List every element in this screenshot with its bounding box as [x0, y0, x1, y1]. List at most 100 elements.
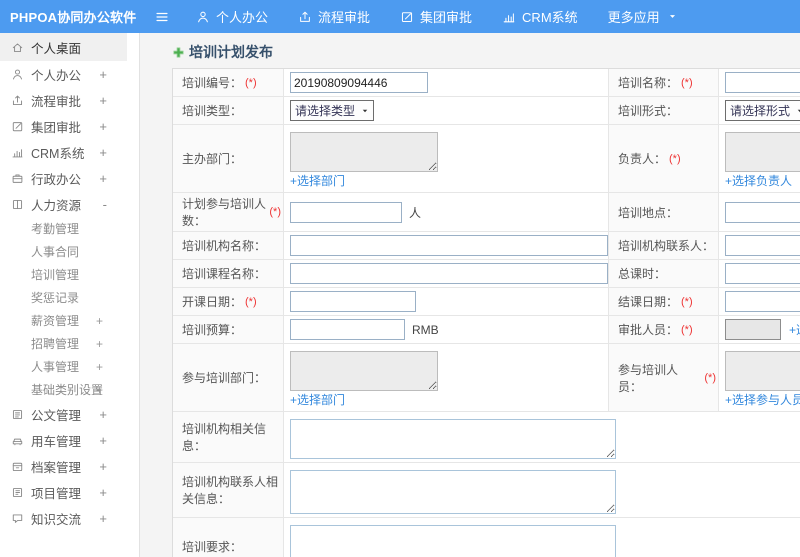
- doc-icon: [11, 408, 24, 421]
- participating-department-textarea[interactable]: [290, 351, 438, 391]
- start-date-input[interactable]: [290, 291, 416, 312]
- training-org-contact-input[interactable]: [725, 235, 800, 256]
- sidebar-subitem-reward-punish-record[interactable]: 奖惩记录: [0, 286, 139, 309]
- end-date-input[interactable]: [725, 291, 800, 312]
- expand-icon[interactable]: +: [99, 145, 107, 160]
- sidebar-subitem-hr-contract[interactable]: 人事合同: [0, 240, 139, 263]
- participating-staff-textarea[interactable]: [725, 351, 800, 391]
- total-class-hours-label: 总课时：: [609, 260, 719, 287]
- expand-icon[interactable]: +: [99, 459, 107, 474]
- sidebar-subitem-recruit-mgmt[interactable]: 招聘管理 +: [0, 332, 139, 355]
- training-budget-input[interactable]: [290, 319, 405, 340]
- training-requirements-label-text: 培训要求：: [182, 539, 243, 554]
- expand-icon[interactable]: +: [96, 383, 103, 397]
- expand-icon[interactable]: +: [99, 407, 107, 422]
- nav-personal-office[interactable]: 个人办公: [196, 7, 268, 26]
- expand-icon[interactable]: +: [99, 119, 107, 134]
- start-date-label-text: 开课日期：: [182, 295, 243, 309]
- sidebar-item-personal-desktop[interactable]: 个人桌面: [0, 33, 127, 61]
- training-name-input[interactable]: [725, 72, 800, 93]
- leader-textarea-picker-link[interactable]: +选择负责人: [725, 174, 792, 189]
- page-title: 培训计划发布: [189, 44, 273, 60]
- sidebar-item-project-mgmt-label: 项目管理: [31, 486, 82, 501]
- training-requirements-textarea[interactable]: [290, 525, 616, 557]
- org-related-info-field-cell: [284, 412, 800, 462]
- expand-icon[interactable]: +: [99, 511, 107, 526]
- training-name-label-text: 培训名称：: [618, 76, 679, 90]
- upload-icon: [11, 94, 24, 107]
- expand-icon[interactable]: +: [99, 67, 107, 82]
- form-row: 培训课程名称： 总课时：: [173, 260, 800, 288]
- sidebar-item-process-approval[interactable]: 流程审批 +: [0, 87, 139, 113]
- sidebar-subitem-salary-mgmt-label: 薪资管理: [31, 314, 80, 328]
- approver-input[interactable]: [725, 319, 781, 340]
- total-class-hours-input[interactable]: [725, 263, 800, 284]
- nav-group-approval[interactable]: 集团审批: [400, 7, 472, 26]
- sidebar-item-group-approval[interactable]: 集团审批 +: [0, 113, 139, 139]
- training-course-name-input[interactable]: [290, 263, 608, 284]
- sidebar-subitem-personnel-mgmt[interactable]: 人事管理 +: [0, 355, 139, 378]
- expand-icon[interactable]: +: [99, 485, 107, 500]
- caret-down-icon: [668, 12, 677, 21]
- sidebar-item-personal-office-label: 个人办公: [31, 68, 82, 83]
- sidebar-item-human-resources[interactable]: 人力资源 -: [0, 191, 139, 217]
- approver-field-cell: +选择审批人: [719, 316, 800, 343]
- sidebar-item-document-mgmt-label: 公文管理: [31, 408, 82, 423]
- org-related-info-textarea[interactable]: [290, 419, 616, 459]
- hamburger-menu-icon[interactable]: [154, 9, 170, 25]
- org-contact-related-info-textarea[interactable]: [290, 470, 616, 514]
- training-type-select[interactable]: 请选择类型: [290, 100, 375, 121]
- sidebar-item-archive-mgmt[interactable]: 档案管理 +: [0, 453, 139, 479]
- briefcase-icon: [11, 172, 24, 185]
- nav-process-approval[interactable]: 流程审批: [298, 7, 370, 26]
- planned-participants-input[interactable]: [290, 201, 402, 223]
- nav-more-apps[interactable]: 更多应用: [608, 7, 677, 26]
- host-department-label: 主办部门：: [173, 125, 284, 192]
- training-form-select[interactable]: 请选择形式: [725, 100, 800, 121]
- sidebar-subitem-basic-category-settings[interactable]: 基础类别设置 +: [0, 378, 139, 401]
- form-row: 主办部门： +选择部门 负责人： (*) +选择负责人: [173, 125, 800, 193]
- sidebar-item-group-approval-label: 集团审批: [31, 120, 82, 135]
- sidebar-subitem-attendance-mgmt-label: 考勤管理: [31, 222, 80, 236]
- sidebar-item-knowledge-exchange[interactable]: 知识交流 +: [0, 505, 139, 531]
- expand-icon[interactable]: +: [96, 360, 103, 374]
- nav-crm-system[interactable]: CRM系统: [502, 7, 578, 26]
- training-org-name-input[interactable]: [290, 235, 608, 256]
- participating-staff-textarea-picker-link[interactable]: +选择参与人员: [725, 393, 800, 408]
- training-number-field-cell: [284, 69, 609, 96]
- training-number-input[interactable]: [290, 72, 428, 93]
- sidebar-subitem-salary-mgmt[interactable]: 薪资管理 +: [0, 309, 139, 332]
- participating-department-field-cell: +选择部门: [284, 344, 609, 411]
- expand-icon[interactable]: +: [99, 433, 107, 448]
- sidebar-item-project-mgmt[interactable]: 项目管理 +: [0, 479, 139, 505]
- expand-icon[interactable]: +: [96, 314, 103, 328]
- sidebar-item-admin-office[interactable]: 行政办公 +: [0, 165, 139, 191]
- edit-icon: [11, 120, 24, 133]
- host-department-textarea[interactable]: [290, 132, 438, 172]
- sidebar-item-admin-office-label: 行政办公: [31, 172, 82, 187]
- sidebar-subitem-recruit-mgmt-label: 招聘管理: [31, 337, 80, 351]
- sidebar-item-document-mgmt[interactable]: 公文管理 +: [0, 401, 139, 427]
- approver-input-picker-link[interactable]: +选择审批人: [789, 321, 800, 338]
- sidebar-subitem-training-mgmt[interactable]: 培训管理: [0, 263, 139, 286]
- form-row: 培训要求：: [173, 518, 800, 557]
- expand-icon[interactable]: +: [96, 337, 103, 351]
- training-location-input[interactable]: [725, 201, 800, 223]
- host-department-textarea-picker-link[interactable]: +选择部门: [290, 174, 345, 189]
- expand-icon[interactable]: +: [99, 93, 107, 108]
- sidebar-subitem-reward-punish-record-label: 奖惩记录: [31, 291, 80, 305]
- collapse-icon[interactable]: -: [103, 197, 107, 212]
- required-marker: (*): [681, 76, 693, 89]
- sidebar-item-vehicle-mgmt[interactable]: 用车管理 +: [0, 427, 139, 453]
- training-location-field-cell: [719, 193, 800, 231]
- planned-participants-label-text: 计划参与培训人数：: [182, 197, 267, 228]
- expand-icon[interactable]: +: [99, 171, 107, 186]
- sidebar-item-crm-system[interactable]: CRM系统 +: [0, 139, 139, 165]
- training-requirements-label: 培训要求：: [173, 518, 284, 557]
- sidebar-item-personal-desktop-label: 个人桌面: [31, 41, 82, 56]
- sidebar-item-personal-office[interactable]: 个人办公 +: [0, 61, 139, 87]
- end-date-field-cell: [719, 288, 800, 315]
- leader-textarea[interactable]: [725, 132, 800, 172]
- sidebar-subitem-attendance-mgmt[interactable]: 考勤管理: [0, 217, 139, 240]
- participating-department-textarea-picker-link[interactable]: +选择部门: [290, 393, 345, 408]
